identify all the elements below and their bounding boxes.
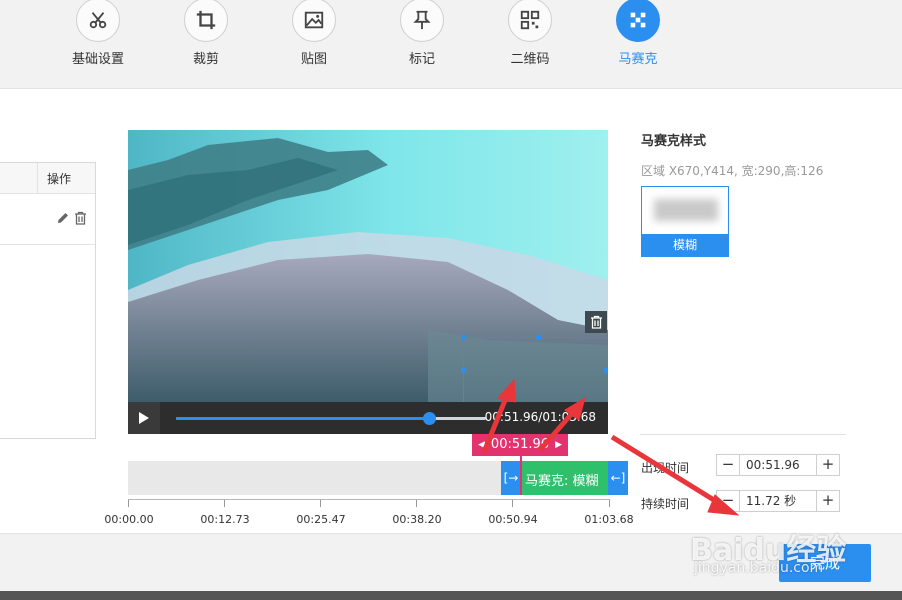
style-option-label: 模糊: [642, 234, 728, 256]
seek-progress: [176, 417, 429, 420]
operation-column-header: 操作: [47, 172, 72, 186]
duration-increment-button[interactable]: +: [816, 491, 839, 511]
tool-crop[interactable]: 裁剪: [166, 0, 246, 67]
tool-label: 基础设置: [71, 52, 124, 67]
layer-list-panel: 操作: [0, 162, 96, 439]
tool-basic-settings[interactable]: 基础设置: [58, 0, 138, 67]
play-icon: [139, 412, 149, 424]
time-display: 00:51.96/01:03.68: [484, 410, 596, 424]
resize-handle[interactable]: [536, 335, 541, 340]
column-divider: [37, 163, 38, 193]
crop-icon: [184, 0, 228, 42]
step-forward-icon[interactable]: ▶: [555, 434, 562, 456]
duration-label: 持续时间: [641, 497, 690, 511]
appear-time-stepper[interactable]: − 00:51.96 +: [716, 454, 840, 476]
clip-end-handle[interactable]: ←]: [608, 461, 628, 495]
clip-start-handle[interactable]: [→: [501, 461, 521, 495]
ruler-tick-label: 00:00.00: [104, 513, 154, 526]
tool-label: 裁剪: [192, 52, 219, 67]
tool-label: 贴图: [300, 52, 327, 67]
timeline-track[interactable]: [→ 马赛克: 模糊 ←]: [128, 461, 628, 495]
mosaic-properties-panel: 马赛克样式 区域 X670,Y414, 宽:290,高:126 模糊: [641, 130, 881, 257]
timeline-ruler: [128, 499, 610, 508]
tool-label: 二维码: [510, 52, 550, 67]
style-option-blur[interactable]: 模糊: [641, 186, 729, 257]
qrcode-icon: [508, 0, 552, 42]
delete-region-button[interactable]: [585, 311, 607, 333]
appear-time-label: 出现时间: [641, 461, 690, 475]
tool-qrcode[interactable]: 二维码: [490, 0, 570, 67]
video-preview[interactable]: [128, 130, 608, 402]
ruler-tick-label: 00:12.73: [200, 513, 250, 526]
region-info: 区域 X670,Y414, 宽:290,高:126: [641, 164, 824, 178]
ruler-tick-label: 01:03.68: [584, 513, 634, 526]
seek-knob[interactable]: [422, 412, 436, 425]
ruler-tick: [512, 500, 513, 507]
pin-icon: [400, 0, 444, 42]
playhead-time: 00:51.96: [490, 437, 550, 452]
footer-bar: [0, 533, 902, 592]
bottom-strip: [0, 591, 902, 600]
seek-bar[interactable]: [176, 412, 486, 425]
ruler-tick-label: 00:25.47: [296, 513, 346, 526]
resize-handle[interactable]: [461, 368, 466, 373]
duration-input[interactable]: 11.72 秒: [740, 491, 816, 511]
ruler-tick: [128, 500, 129, 507]
image-icon: [292, 0, 336, 42]
pencil-icon[interactable]: [56, 211, 70, 228]
clip-label: 马赛克: 模糊: [525, 474, 599, 489]
playhead-time-tag[interactable]: ◀ 00:51.96 ▶: [472, 434, 568, 456]
ruler-tick: [609, 500, 610, 507]
resize-handle[interactable]: [604, 368, 608, 373]
layer-list-header: 操作: [0, 163, 95, 194]
panel-divider: [640, 434, 846, 435]
done-button[interactable]: 完成: [779, 544, 871, 582]
panel-title: 马赛克样式: [641, 134, 707, 149]
tool-toolbar: 基础设置 裁剪 贴图 标记 二维码 马赛克: [0, 0, 902, 89]
step-back-icon[interactable]: ◀: [478, 434, 485, 456]
tool-label: 马赛克: [618, 52, 658, 67]
trash-icon[interactable]: [74, 211, 87, 228]
appear-decrement-button[interactable]: −: [717, 455, 740, 475]
duration-decrement-button[interactable]: −: [717, 491, 740, 511]
ruler-tick: [224, 500, 225, 507]
ruler-tick: [320, 500, 321, 507]
tool-label: 标记: [408, 52, 435, 67]
ruler-tick-label: 00:50.94: [488, 513, 538, 526]
mosaic-selection-box[interactable]: [461, 335, 608, 402]
ruler-tick-label: 00:38.20: [392, 513, 442, 526]
appear-time-input[interactable]: 00:51.96: [740, 455, 816, 475]
scissors-icon: [76, 0, 120, 42]
resize-handle[interactable]: [461, 335, 466, 340]
layer-row[interactable]: [0, 194, 95, 245]
duration-stepper[interactable]: − 11.72 秒 +: [716, 490, 840, 512]
appear-increment-button[interactable]: +: [816, 455, 839, 475]
tool-sticker[interactable]: 贴图: [274, 0, 354, 67]
player-controls: 00:51.96/01:03.68: [128, 402, 608, 434]
mosaic-icon: [616, 0, 660, 42]
ruler-tick: [416, 500, 417, 507]
blur-preview: [654, 199, 718, 221]
tool-mark[interactable]: 标记: [382, 0, 462, 67]
tool-mosaic[interactable]: 马赛克: [598, 0, 678, 67]
play-button[interactable]: [128, 402, 160, 434]
playhead-line[interactable]: [520, 456, 522, 495]
